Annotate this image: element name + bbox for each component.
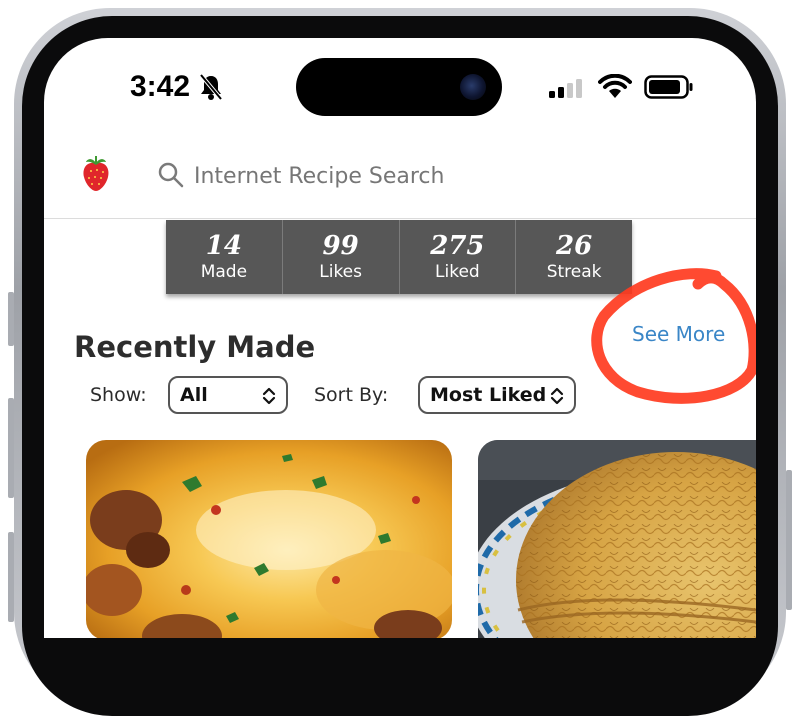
app-header bbox=[44, 148, 756, 219]
stat-label: Made bbox=[200, 262, 248, 282]
search-input[interactable] bbox=[192, 158, 636, 194]
stat-value: 26 bbox=[556, 231, 593, 261]
volume-button bbox=[8, 398, 14, 498]
strawberry-icon[interactable] bbox=[80, 153, 112, 193]
see-more-link[interactable]: See More bbox=[632, 322, 725, 346]
battery-icon bbox=[644, 75, 693, 99]
dynamic-island bbox=[296, 58, 502, 116]
sort-label: Sort By: bbox=[314, 384, 389, 406]
stat-value: 99 bbox=[322, 231, 359, 261]
stat-label: Liked bbox=[435, 262, 480, 282]
volume-button bbox=[8, 532, 14, 622]
recipe-card[interactable] bbox=[478, 440, 756, 638]
front-camera bbox=[460, 74, 486, 100]
sort-select-value: Most Liked bbox=[430, 384, 547, 406]
stat-value: 14 bbox=[205, 231, 242, 261]
filter-row: Show: All Sort By: Most Liked bbox=[90, 376, 690, 416]
show-select-value: All bbox=[180, 384, 208, 406]
stat-likes[interactable]: 99 Likes bbox=[283, 220, 400, 294]
power-button bbox=[786, 470, 792, 610]
stat-made[interactable]: 14 Made bbox=[166, 220, 283, 294]
show-label: Show: bbox=[90, 384, 147, 406]
chevron-up-down-icon bbox=[550, 387, 564, 405]
stat-value: 275 bbox=[430, 231, 485, 261]
bell-slash-icon bbox=[199, 73, 223, 101]
search-icon bbox=[158, 162, 184, 188]
show-select[interactable]: All bbox=[168, 376, 288, 414]
volume-button bbox=[8, 292, 14, 346]
stats-bar: 14 Made 99 Likes 275 Liked 26 Streak bbox=[166, 220, 632, 294]
recipe-image-casserole bbox=[86, 440, 452, 638]
status-time: 3:42 bbox=[130, 70, 191, 103]
chevron-up-down-icon bbox=[262, 387, 276, 405]
cellular-signal-icon bbox=[549, 79, 582, 98]
recipe-card[interactable] bbox=[86, 440, 452, 638]
phone-screen: 3:42 Internet Recipe Search 14 Made 99 L… bbox=[44, 38, 756, 638]
recipe-image-pancakes bbox=[478, 440, 756, 638]
stat-liked[interactable]: 275 Liked bbox=[400, 220, 517, 294]
section-title: Recently Made bbox=[74, 330, 316, 364]
stat-label: Likes bbox=[319, 262, 362, 282]
sort-select[interactable]: Most Liked bbox=[418, 376, 576, 414]
wifi-icon bbox=[598, 74, 632, 98]
